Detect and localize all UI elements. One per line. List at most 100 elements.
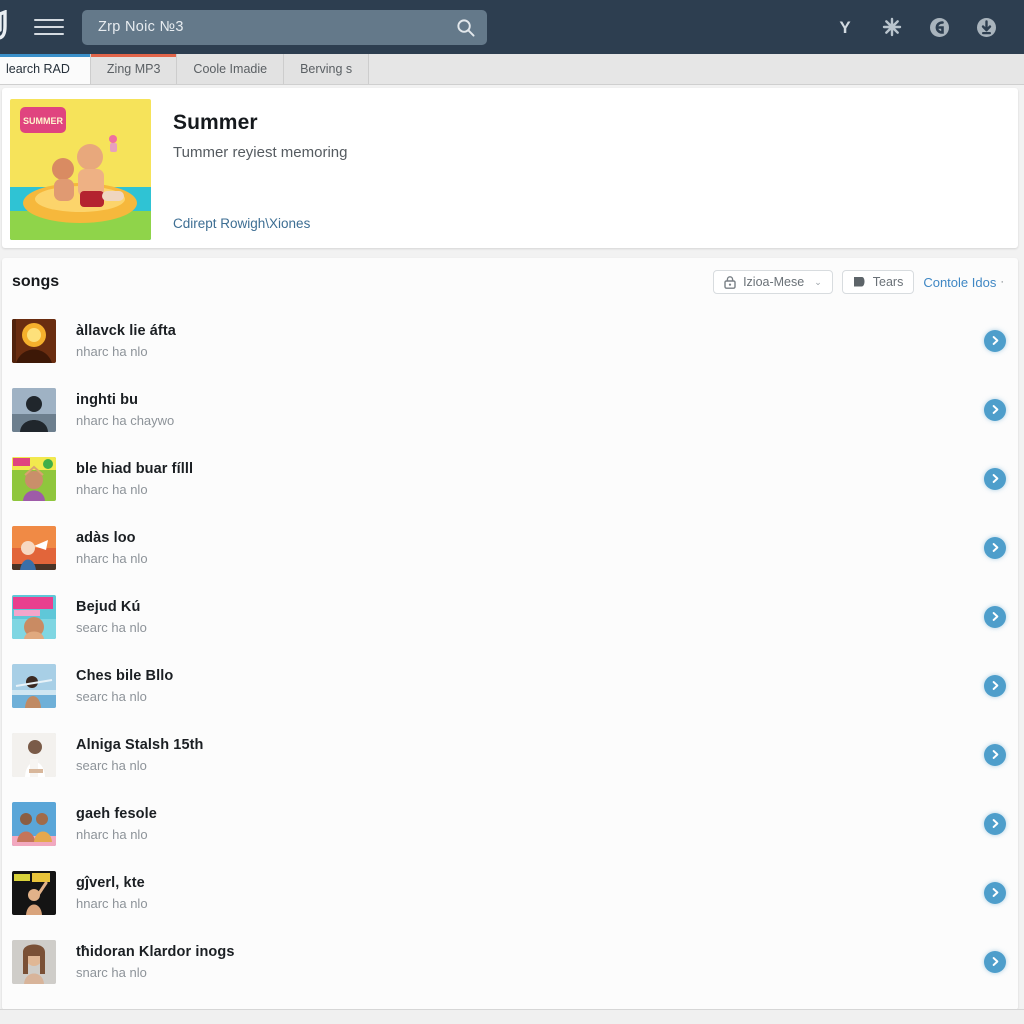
row-text: adàs loo nharc ha nlo xyxy=(76,530,984,566)
tab-berving-s[interactable]: Berving s xyxy=(284,54,370,84)
tab-accent-bar xyxy=(0,54,90,57)
banner-info: Summer Tummer reyiest memoring Cdirept R… xyxy=(173,99,1018,248)
y-brand-icon[interactable]: Y xyxy=(833,15,857,39)
song-subtitle: searc ha nlo xyxy=(76,619,147,635)
row-text: Ches bile Bllo searc ha nlo xyxy=(76,668,984,704)
song-subtitle: snarc ha nlo xyxy=(76,964,147,980)
tab-zing-mp3[interactable]: Zing MP3 xyxy=(90,54,178,84)
contole-idos-link[interactable]: Contole Idos · xyxy=(923,275,1004,290)
chevron-right-icon[interactable] xyxy=(984,467,1006,490)
songs-controls: Izioa-Mese ⌄ Tears Contole Idos · xyxy=(713,270,1004,294)
art-orange-sky xyxy=(12,525,56,570)
compass-circle-icon[interactable] xyxy=(927,15,951,39)
music-note-logo[interactable] xyxy=(0,7,26,47)
songs-rows: àllavck lie áfta nharc ha nlo inghti bu … xyxy=(2,306,1018,996)
table-row[interactable]: ble hiad buar fílll nharc ha nlo xyxy=(2,444,1018,513)
table-row[interactable]: tħidoran Klardor inogs snarc ha nlo xyxy=(2,927,1018,996)
tab-label: Berving s xyxy=(300,62,353,76)
link-dot: · xyxy=(1000,276,1004,288)
row-text: ble hiad buar fílll nharc ha nlo xyxy=(76,461,984,497)
search-icon[interactable] xyxy=(456,18,475,37)
song-subtitle: nharc ha nlo xyxy=(76,550,148,566)
song-subtitle: nharc ha nlo xyxy=(76,343,148,359)
song-subtitle: nharc ha chaywo xyxy=(76,412,175,428)
lock-icon xyxy=(724,275,736,289)
songs-list-card: songs Izioa-Mese ⌄ Tears Contole Idos · … xyxy=(2,258,1018,1010)
chevron-right-icon[interactable] xyxy=(984,881,1006,904)
row-text: gaeh fesole nharc ha nlo xyxy=(76,806,984,842)
chevron-right-icon[interactable] xyxy=(984,398,1006,421)
table-row[interactable]: Ches bile Bllo searc ha nlo xyxy=(2,651,1018,720)
table-row[interactable]: adàs loo nharc ha nlo xyxy=(2,513,1018,582)
download-circle-icon[interactable] xyxy=(974,15,998,39)
tab-learch-rad[interactable]: learch RAD xyxy=(0,54,91,84)
song-title: ble hiad buar fílll xyxy=(76,460,194,477)
privacy-dropdown[interactable]: Izioa-Mese ⌄ xyxy=(713,270,833,294)
art-sun-orange xyxy=(12,318,56,363)
privacy-dropdown-label: Izioa-Mese xyxy=(743,275,805,289)
row-text: Bejud Kú searc ha nlo xyxy=(76,599,984,635)
chevron-right-icon[interactable] xyxy=(984,674,1006,697)
song-subtitle: nharc ha nlo xyxy=(76,826,148,842)
chevron-right-icon[interactable] xyxy=(984,536,1006,559)
song-subtitle: searc ha nlo xyxy=(76,688,147,704)
window-bottom-edge xyxy=(0,1009,1024,1024)
row-text: Alniga Stalsh 15th searc ha nlo xyxy=(76,737,984,773)
song-title: tħidoran Klardor inogs xyxy=(76,943,235,960)
chevron-right-icon[interactable] xyxy=(984,605,1006,628)
featured-banner-card: SUMMER Summer Tummer reyiest memoring Cd… xyxy=(2,88,1018,248)
search-input[interactable] xyxy=(96,18,460,36)
header-icon-group: Y xyxy=(833,15,998,39)
banner-subtitle: Tummer reyiest memoring xyxy=(173,144,348,161)
song-title: gĵverl, ktе xyxy=(76,874,145,891)
row-text: tħidoran Klardor inogs snarc ha nlo xyxy=(76,944,984,980)
application-window: Y xyxy=(0,0,1024,1024)
songs-heading: songs xyxy=(12,273,60,290)
row-text: àllavck lie áfta nharc ha nlo xyxy=(76,323,984,359)
song-subtitle: nharc ha nlo xyxy=(76,481,148,497)
chevron-down-icon: ⌄ xyxy=(814,276,822,287)
song-title: gaeh fesole xyxy=(76,805,157,822)
table-row[interactable]: gaeh fesole nharc ha nlo xyxy=(2,789,1018,858)
contole-idos-label: Contole Idos xyxy=(923,274,997,290)
row-text: gĵverl, ktе hnarc ha nlo xyxy=(76,875,984,911)
gear-icon[interactable] xyxy=(880,15,904,39)
table-row[interactable]: gĵverl, ktе hnarc ha nlo xyxy=(2,858,1018,927)
summer-cover-artwork: SUMMER xyxy=(10,99,151,240)
tab-coole-imadie[interactable]: Coole Imadie xyxy=(177,54,285,84)
song-title: Bejud Kú xyxy=(76,598,141,615)
banner-link[interactable]: Cdirept Rowigh\Xiones xyxy=(173,216,1018,231)
tears-filter-button[interactable]: Tears xyxy=(841,270,915,294)
tag-icon xyxy=(853,277,865,287)
art-green-yellow xyxy=(12,456,56,501)
song-subtitle: searc ha nlo xyxy=(76,757,147,773)
song-title: Ches bile Bllo xyxy=(76,667,174,684)
tab-label: Coole Imadie xyxy=(193,62,268,76)
song-title: àllavck lie áfta xyxy=(76,322,176,339)
hamburger-menu-icon[interactable] xyxy=(34,14,64,40)
chevron-right-icon[interactable] xyxy=(984,329,1006,352)
song-title: Alniga Stalsh 15th xyxy=(76,736,204,753)
chevron-right-icon[interactable] xyxy=(984,743,1006,766)
top-header-bar: Y xyxy=(0,0,1024,54)
art-portrait-gray xyxy=(12,939,56,984)
table-row[interactable]: Bejud Kú searc ha nlo xyxy=(2,582,1018,651)
songs-list-header: songs Izioa-Mese ⌄ Tears Contole Idos · xyxy=(2,258,1018,306)
art-dark-stage xyxy=(12,870,56,915)
chevron-right-icon[interactable] xyxy=(984,812,1006,835)
song-title: adàs loo xyxy=(76,529,136,546)
svg-text:SUMMER: SUMMER xyxy=(23,116,63,126)
chevron-right-icon[interactable] xyxy=(984,950,1006,973)
table-row[interactable]: àllavck lie áfta nharc ha nlo xyxy=(2,306,1018,375)
song-subtitle: hnarc ha nlo xyxy=(76,895,148,911)
table-row[interactable]: inghti bu nharc ha chaywo xyxy=(2,375,1018,444)
art-silhouette xyxy=(12,387,56,432)
table-row[interactable]: Alniga Stalsh 15th searc ha nlo xyxy=(2,720,1018,789)
tab-label: Zing MP3 xyxy=(106,62,161,76)
tab-label: learch RAD xyxy=(6,62,70,76)
art-duo-blue xyxy=(12,801,56,846)
search-field-wrapper[interactable] xyxy=(82,9,487,45)
art-beach-pink xyxy=(12,594,56,639)
page-title: Summer xyxy=(173,111,258,134)
art-white-studio xyxy=(12,732,56,777)
